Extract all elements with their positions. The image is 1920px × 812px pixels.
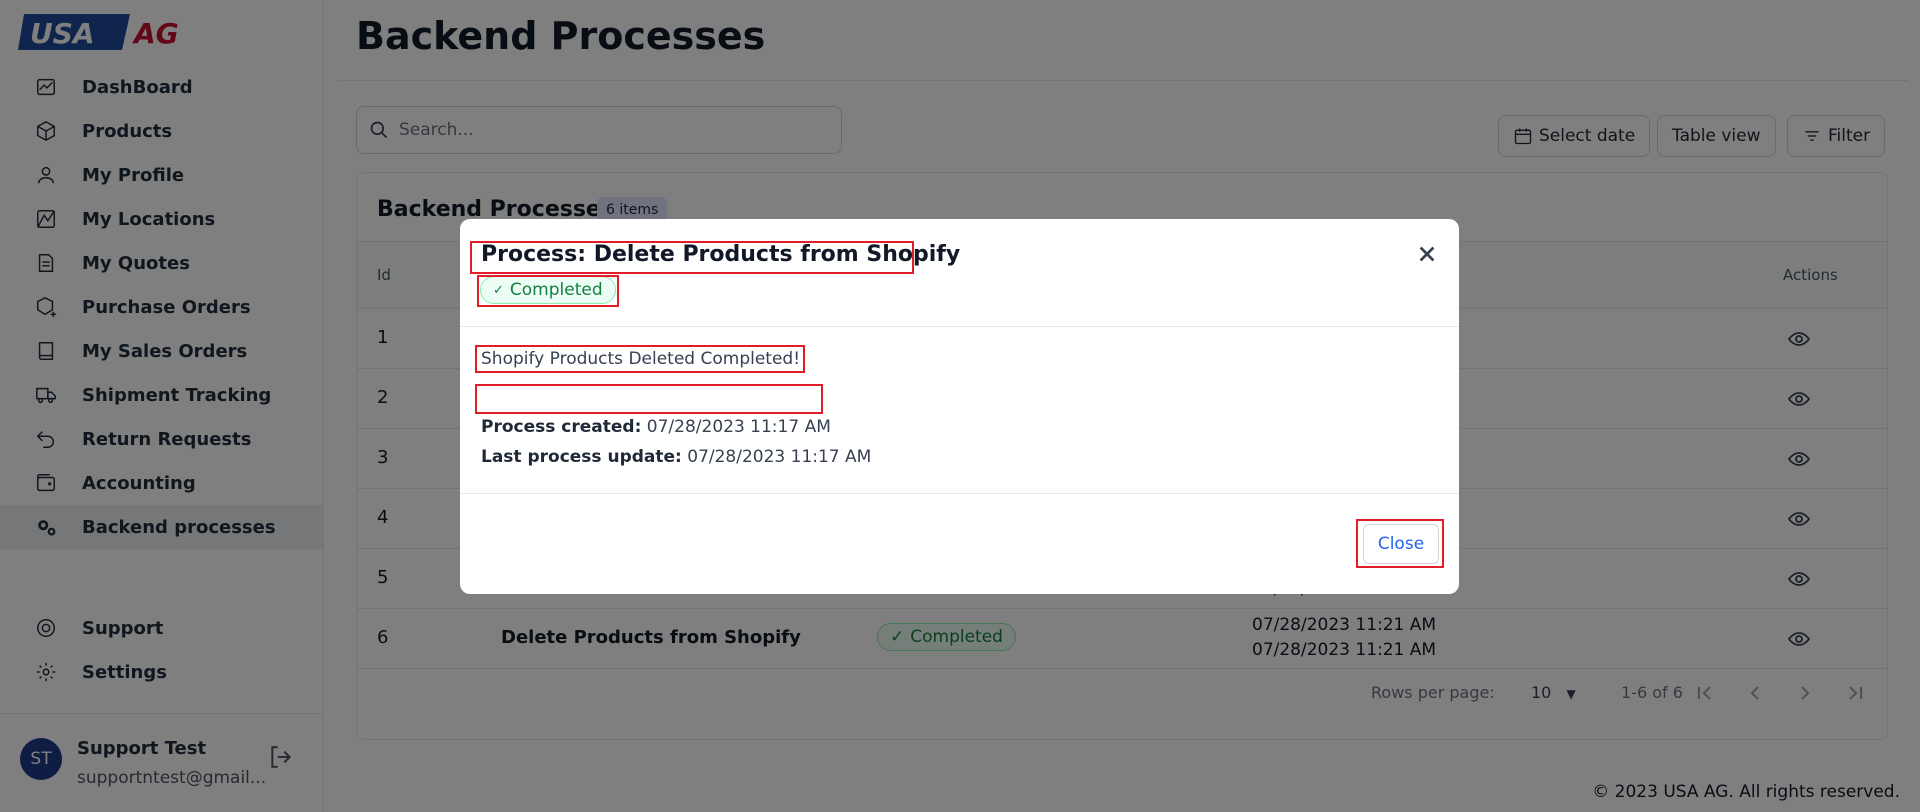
highlight-box xyxy=(1356,519,1444,568)
divider xyxy=(460,326,1459,327)
last-update-line: Last process update: 07/28/2023 11:17 AM xyxy=(481,447,871,467)
process-created-label: Process created: xyxy=(481,417,642,437)
highlight-box xyxy=(470,241,914,274)
highlight-box xyxy=(477,275,619,307)
highlight-box xyxy=(475,345,805,373)
last-update-label: Last process update: xyxy=(481,447,682,467)
process-detail-modal: Process: Delete Products from Shopify ✓ … xyxy=(460,219,1459,594)
process-created-line: Process created: 07/28/2023 11:17 AM xyxy=(481,417,831,437)
process-created-value: 07/28/2023 11:17 AM xyxy=(646,417,831,437)
divider xyxy=(460,493,1459,494)
close-icon[interactable] xyxy=(1416,243,1438,265)
highlight-box xyxy=(475,384,823,414)
last-update-value: 07/28/2023 11:17 AM xyxy=(687,447,872,467)
